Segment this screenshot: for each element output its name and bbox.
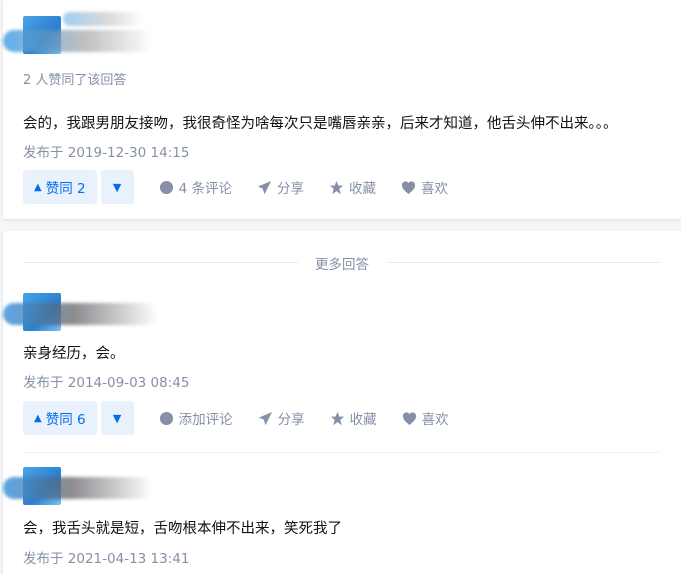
upvote-count-note: 2 人赞同了该回答 xyxy=(23,73,127,88)
answer-content: 会，我舌头就是短，舌吻根本伸不出来，笑死我了 xyxy=(23,521,342,537)
like-label: 喜欢 xyxy=(420,181,448,197)
answer-card: 2 人赞同了该回答 会的，我跟男朋友接吻，我很奇怪为啥每次只是嘴唇亲亲，后来才知… xyxy=(3,0,681,219)
share-label: 分享 xyxy=(276,181,304,197)
comment-label: 4 条评论 xyxy=(178,181,232,197)
share-icon xyxy=(258,411,272,425)
comment-button[interactable]: 添加评论 xyxy=(159,408,233,428)
upvote-label: 赞同 2 xyxy=(45,181,86,197)
favorite-label: 收藏 xyxy=(348,181,376,197)
author-name-redacted xyxy=(3,303,158,325)
share-button[interactable]: 分享 xyxy=(257,177,304,197)
more-answers-card: 更多回答 亲身经历，会。 发布于 2014-09-03 08:45 ▲ 赞同 6… xyxy=(3,231,681,574)
action-bar: ▲ 赞同 2 ▼ 4 条评论 分享 收藏 喜欢 xyxy=(23,170,448,204)
author-name-redacted xyxy=(3,477,153,499)
answer-content: 会的，我跟男朋友接吻，我很奇怪为啥每次只是嘴唇亲亲，后来才知道，他舌头伸不出来。… xyxy=(23,116,618,132)
answer-content: 亲身经历，会。 xyxy=(23,346,125,362)
action-bar: ▲ 赞同 6 ▼ 添加评论 分享 收藏 喜欢 xyxy=(23,401,449,435)
favorite-button[interactable]: 收藏 xyxy=(330,408,377,428)
downvote-button[interactable]: ▼ xyxy=(100,401,134,435)
comment-button[interactable]: 4 条评论 xyxy=(159,177,232,197)
publish-date[interactable]: 发布于 2019-12-30 14:15 xyxy=(23,141,189,161)
author-name-redacted xyxy=(3,30,153,52)
comment-label: 添加评论 xyxy=(178,412,233,428)
divider-line xyxy=(387,262,661,263)
favorite-label: 收藏 xyxy=(349,412,377,428)
share-icon xyxy=(257,180,272,194)
publish-date[interactable]: 发布于 2014-09-03 08:45 xyxy=(23,371,189,391)
downvote-button[interactable]: ▼ xyxy=(100,170,134,204)
answer-separator xyxy=(23,452,661,453)
like-button[interactable]: 喜欢 xyxy=(402,408,449,428)
comment-icon xyxy=(159,180,173,194)
comment-icon xyxy=(159,411,173,425)
like-label: 喜欢 xyxy=(421,412,449,428)
triangle-up-icon: ▲ xyxy=(34,181,42,193)
triangle-up-icon: ▲ xyxy=(34,412,42,424)
share-label: 分享 xyxy=(277,412,305,428)
triangle-down-icon: ▼ xyxy=(112,411,122,425)
heart-icon xyxy=(402,411,416,425)
triangle-down-icon: ▼ xyxy=(112,180,122,194)
upvote-button[interactable]: ▲ 赞同 6 xyxy=(23,401,97,435)
upvote-button[interactable]: ▲ 赞同 2 xyxy=(23,170,97,204)
star-icon xyxy=(329,180,344,194)
more-answers-label: 更多回答 xyxy=(315,257,369,273)
publish-date[interactable]: 发布于 2021-04-13 13:41 xyxy=(23,547,189,567)
upvote-label: 赞同 6 xyxy=(45,412,86,428)
share-button[interactable]: 分享 xyxy=(258,408,305,428)
favorite-button[interactable]: 收藏 xyxy=(329,177,376,197)
star-icon xyxy=(330,411,344,425)
heart-icon xyxy=(401,180,416,194)
author-name-redacted xyxy=(63,12,143,26)
like-button[interactable]: 喜欢 xyxy=(401,177,448,197)
